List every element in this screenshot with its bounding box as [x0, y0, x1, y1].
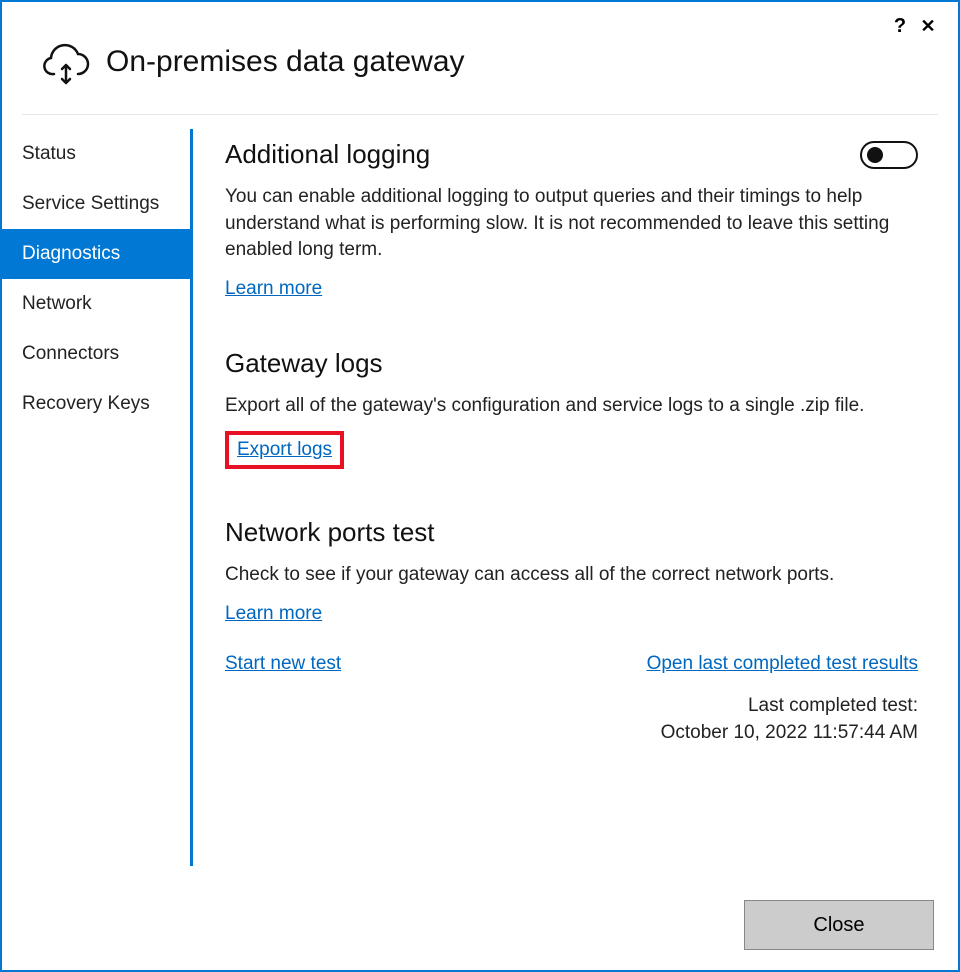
cloud-upload-icon [42, 38, 90, 86]
logging-toggle[interactable] [860, 141, 918, 169]
app-window: ? ✕ On-premises data gateway Status Serv… [0, 0, 960, 972]
toggle-knob [867, 147, 883, 163]
logging-learn-more-link[interactable]: Learn more [225, 278, 322, 300]
last-test-info: Last completed test: October 10, 2022 11… [225, 693, 918, 746]
last-test-label: Last completed test: [225, 693, 918, 720]
sidebar-item-connectors[interactable]: Connectors [2, 329, 190, 379]
sidebar-item-service-settings[interactable]: Service Settings [2, 179, 190, 229]
footer: Close [2, 880, 958, 970]
export-logs-link[interactable]: Export logs [237, 439, 332, 461]
titlebar: ? ✕ [2, 2, 958, 38]
content: Additional logging You can enable additi… [193, 115, 938, 880]
section-title-logging: Additional logging [225, 139, 430, 170]
help-button[interactable]: ? [886, 12, 914, 40]
body: Status Service Settings Diagnostics Netw… [2, 115, 958, 880]
gateway-logs-description: Export all of the gateway's configuratio… [225, 393, 918, 420]
ports-learn-more-link[interactable]: Learn more [225, 603, 322, 625]
ports-test-description: Check to see if your gateway can access … [225, 562, 918, 589]
sidebar-item-recovery-keys[interactable]: Recovery Keys [2, 379, 190, 429]
last-test-time: October 10, 2022 11:57:44 AM [225, 720, 918, 747]
logging-description: You can enable additional logging to out… [225, 184, 918, 264]
section-title-ports-test: Network ports test [225, 517, 918, 548]
window-close-button[interactable]: ✕ [914, 12, 942, 40]
section-network-ports-test: Network ports test Check to see if your … [225, 517, 918, 746]
section-gateway-logs: Gateway logs Export all of the gateway's… [225, 348, 918, 470]
sidebar-item-network[interactable]: Network [2, 279, 190, 329]
sidebar-item-status[interactable]: Status [2, 129, 190, 179]
open-last-results-link[interactable]: Open last completed test results [647, 653, 918, 675]
sidebar: Status Service Settings Diagnostics Netw… [2, 115, 190, 880]
sidebar-item-diagnostics[interactable]: Diagnostics [2, 229, 190, 279]
export-logs-highlight: Export logs [225, 431, 344, 469]
close-button[interactable]: Close [744, 900, 934, 950]
section-additional-logging: Additional logging You can enable additi… [225, 139, 918, 300]
section-title-gateway-logs: Gateway logs [225, 348, 918, 379]
start-new-test-link[interactable]: Start new test [225, 653, 341, 675]
page-title: On-premises data gateway [106, 45, 465, 79]
header: On-premises data gateway [2, 38, 958, 114]
